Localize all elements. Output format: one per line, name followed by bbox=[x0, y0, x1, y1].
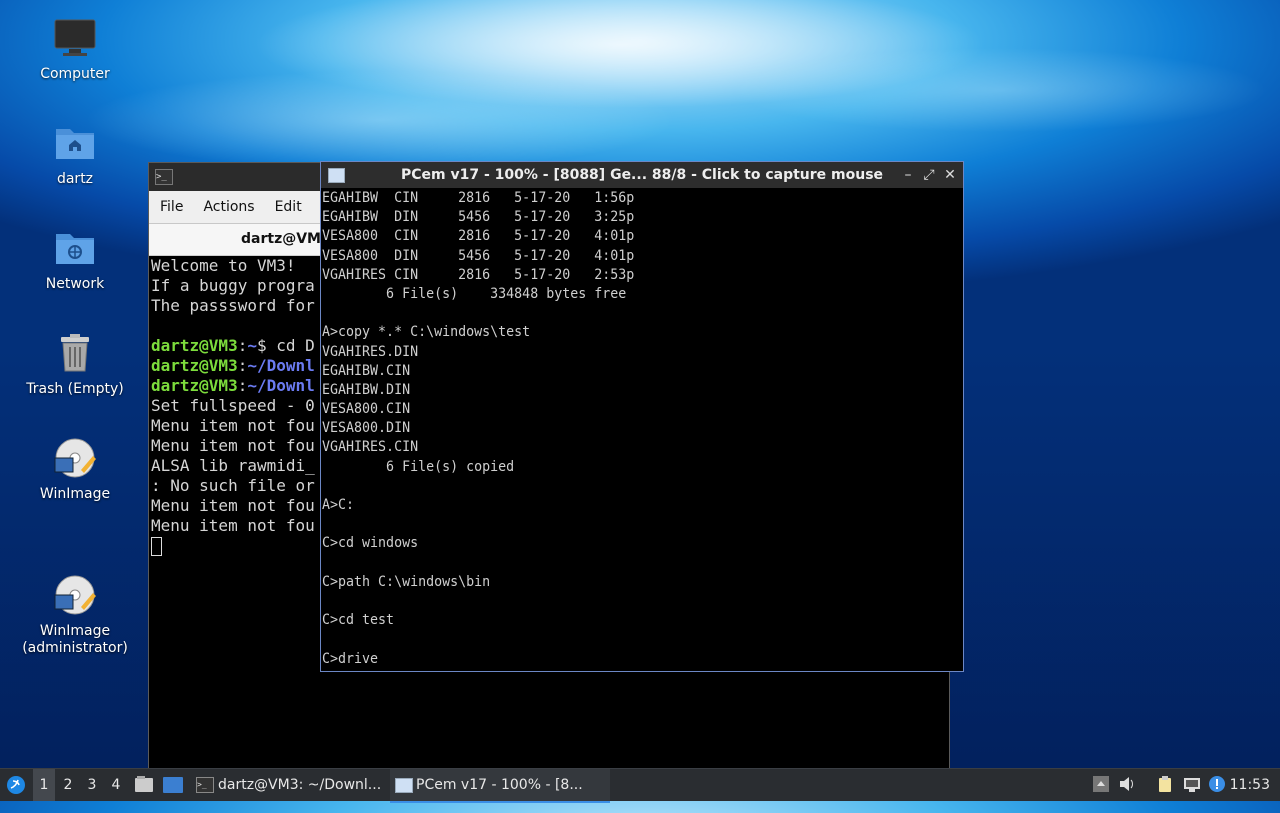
desktop-icon-label: WinImage bbox=[39, 486, 111, 502]
dos-line: C>cd test bbox=[322, 612, 395, 629]
task-label: PCem v17 - 100% - [8... bbox=[416, 777, 583, 793]
menu-edit[interactable]: Edit bbox=[265, 191, 312, 223]
pcem-titlebar[interactable]: PCem v17 - 100% - [8088] Ge... 88/8 - Cl… bbox=[321, 162, 963, 188]
dos-line bbox=[322, 515, 930, 534]
prompt-separator: : bbox=[237, 356, 248, 375]
volume-icon[interactable] bbox=[1118, 775, 1136, 793]
dos-line: 6 File(s) 334848 bytes free bbox=[322, 285, 627, 302]
lubuntu-logo-icon bbox=[7, 776, 25, 794]
dos-line bbox=[322, 592, 930, 611]
desktop-icon-label: WinImage (administrator) bbox=[22, 623, 128, 656]
dos-line: VGAHIRES CIN 2816 5-17-20 2:53p bbox=[322, 266, 635, 283]
desktop-icon-winimage-admin[interactable]: WinImage (administrator) bbox=[10, 541, 140, 673]
close-button[interactable]: ✕ bbox=[941, 162, 959, 188]
dos-line bbox=[322, 554, 930, 573]
menu-file[interactable]: File bbox=[149, 191, 193, 223]
task-pcem[interactable]: PCem v17 - 100% - [8... bbox=[390, 769, 610, 803]
prompt-path: ~ bbox=[247, 336, 257, 355]
text-cursor bbox=[151, 537, 162, 556]
prompt-path: ~/Downl bbox=[247, 376, 315, 395]
desktop-icon-trash[interactable]: Trash (Empty) bbox=[10, 331, 140, 398]
prompt-path: ~/Downl bbox=[247, 356, 315, 375]
dos-line bbox=[322, 304, 930, 323]
prompt-user: dartz@VM3 bbox=[151, 336, 238, 355]
desktop-icon-label: Computer bbox=[40, 66, 110, 82]
minimize-button[interactable]: – bbox=[899, 162, 917, 188]
pcem-window[interactable]: PCem v17 - 100% - [8088] Ge... 88/8 - Cl… bbox=[320, 161, 964, 672]
file-manager-icon bbox=[135, 776, 153, 792]
desktop-icon-label: Network bbox=[45, 276, 105, 292]
dos-line: A>C: bbox=[322, 497, 355, 513]
terminal-icon: >_ bbox=[196, 777, 214, 793]
desktop-icon-label: dartz bbox=[56, 171, 94, 187]
emulator-screen[interactable]: EGAHIBW CIN 2816 5-17-20 1:56p EGAHIBW DI… bbox=[322, 189, 962, 669]
prompt-separator: : bbox=[237, 376, 248, 395]
dos-line: EGAHIBW.CIN bbox=[322, 362, 411, 379]
network-folder-icon bbox=[53, 226, 97, 270]
dos-line: VGAHIRES.CIN bbox=[322, 439, 419, 456]
desktop-icon-label: Trash (Empty) bbox=[26, 381, 124, 397]
desktop-icon-computer[interactable]: Computer bbox=[10, 16, 140, 83]
workspace-1[interactable]: 1 bbox=[33, 769, 55, 801]
dos-line: EGAHIBW DIN 5456 5-17-20 3:25p bbox=[322, 209, 635, 226]
clock[interactable]: 11:53 bbox=[1230, 769, 1270, 801]
prompt-user: dartz@VM3 bbox=[151, 356, 238, 375]
task-terminal[interactable]: >_ dartz@VM3: ~/Downl... bbox=[192, 769, 414, 801]
dos-line: VESA800 DIN 5456 5-17-20 4:01p bbox=[322, 247, 635, 264]
file-manager-launcher[interactable] bbox=[134, 769, 154, 801]
dos-line: 6 File(s) copied bbox=[322, 458, 515, 475]
terminal-tab-title: dartz@VM3 bbox=[241, 231, 331, 247]
menu-actions[interactable]: Actions bbox=[193, 191, 264, 223]
pcem-window-title: PCem v17 - 100% - [8088] Ge... 88/8 - Cl… bbox=[400, 167, 884, 183]
prompt-user: dartz@VM3 bbox=[151, 376, 238, 395]
desktop-icon-home[interactable]: dartz bbox=[10, 121, 140, 188]
dos-line: A>copy *.* C:\windows\test bbox=[322, 324, 531, 341]
clipboard-icon[interactable] bbox=[1156, 775, 1174, 793]
dos-line: VESA800.DIN bbox=[322, 420, 411, 437]
maximize-button[interactable]: ⤢ bbox=[920, 162, 938, 188]
desktop-icon-winimage[interactable]: WinImage bbox=[10, 436, 140, 503]
prompt-command: $ cd D bbox=[256, 336, 315, 355]
desktop-icon bbox=[163, 777, 183, 793]
network-icon[interactable] bbox=[1183, 775, 1201, 793]
dos-line: EGAHIBW.DIN bbox=[322, 381, 411, 398]
prompt-separator: : bbox=[237, 336, 248, 355]
desktop-icon-network[interactable]: Network bbox=[10, 226, 140, 293]
dos-line: VESA800 CIN 2816 5-17-20 4:01p bbox=[322, 228, 635, 245]
update-notifier-icon[interactable] bbox=[1208, 775, 1226, 793]
dos-line bbox=[322, 477, 930, 496]
start-menu-button[interactable] bbox=[4, 769, 28, 801]
dos-line: VGAHIRES.DIN bbox=[322, 343, 419, 360]
dos-line bbox=[322, 630, 930, 649]
show-desktop-button[interactable] bbox=[162, 769, 184, 801]
winimage-disc-icon bbox=[53, 557, 97, 615]
dos-line: C>cd windows bbox=[322, 535, 419, 552]
dos-line: EGAHIBW CIN 2816 5-17-20 1:56p bbox=[322, 190, 635, 206]
task-label: dartz@VM3: ~/Downl... bbox=[218, 777, 382, 793]
monitor-icon bbox=[53, 16, 97, 60]
workspace-3[interactable]: 3 bbox=[81, 769, 103, 801]
dos-line: VESA800.CIN bbox=[322, 401, 411, 418]
workspace-4[interactable]: 4 bbox=[105, 769, 127, 801]
winimage-disc-icon bbox=[53, 436, 97, 480]
terminal-icon: >_ bbox=[155, 169, 173, 185]
window-icon bbox=[395, 778, 413, 793]
tray-arrow-icon[interactable] bbox=[1092, 775, 1110, 793]
taskbar: 1 2 3 4 >_ dartz@VM3: ~/Downl... PCem v1… bbox=[0, 768, 1280, 803]
dos-line: C>drive bbox=[322, 650, 379, 667]
workspace-2[interactable]: 2 bbox=[57, 769, 79, 801]
trash-icon bbox=[53, 331, 97, 375]
dos-line: C>path C:\windows\bin bbox=[322, 573, 491, 590]
home-folder-icon bbox=[53, 121, 97, 165]
